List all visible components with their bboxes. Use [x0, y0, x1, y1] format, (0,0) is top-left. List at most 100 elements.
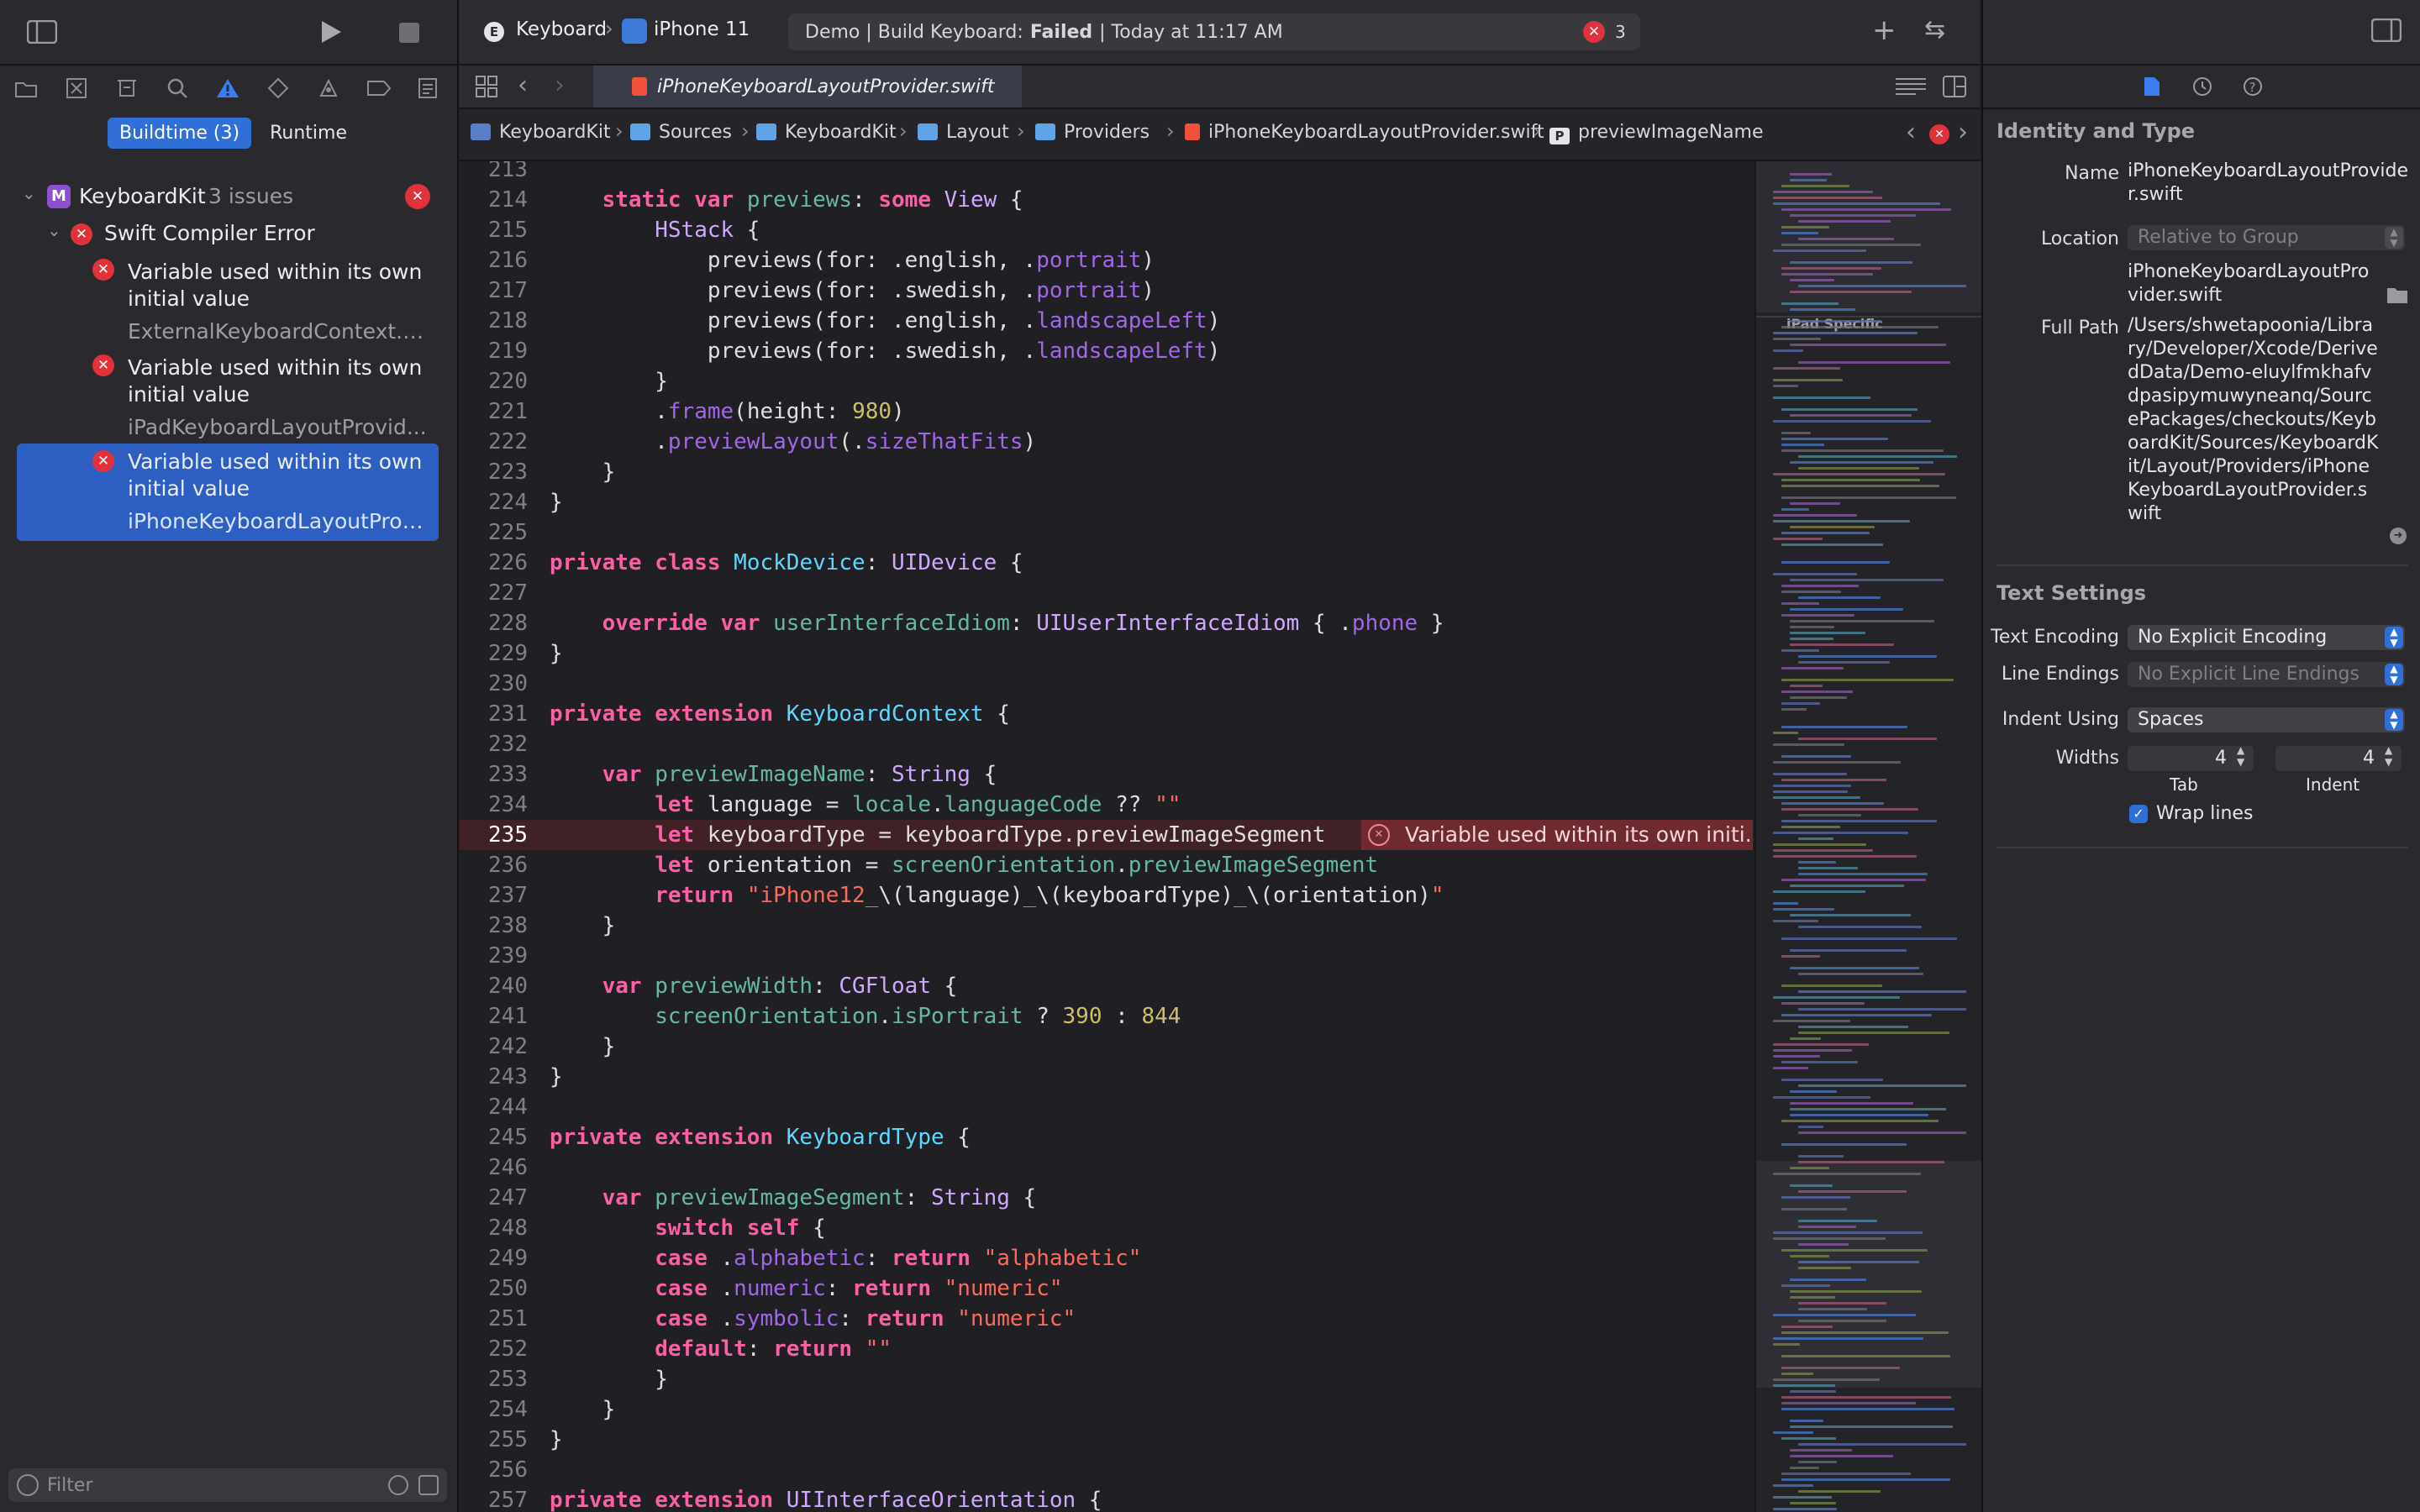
add-editor-icon[interactable]: [1943, 76, 1966, 97]
run-icon[interactable]: [316, 17, 346, 47]
tab-width-stepper-icon[interactable]: ▲ ▼: [2237, 744, 2244, 768]
minimap-line: [1798, 861, 1836, 864]
code-line: 224}: [459, 487, 1753, 517]
tab-file[interactable]: iPhoneKeyboardLayoutProvider.swift: [593, 66, 1022, 108]
issue-item[interactable]: ✕ Variable used within its own initial v…: [17, 255, 439, 349]
minimap-line: [1781, 1355, 1950, 1357]
minimap-line: [1798, 1084, 1966, 1087]
swap-icon[interactable]: ⇆: [1924, 15, 1945, 45]
next-issue-icon[interactable]: ›: [1958, 118, 1968, 147]
activity-status[interactable]: Demo | Build Keyboard: Failed | Today at…: [788, 13, 1640, 50]
breadcrumb-providers[interactable]: Providers: [1035, 122, 1150, 143]
swift-file-icon: [632, 77, 647, 96]
previous-issue-icon[interactable]: ‹: [1906, 118, 1916, 147]
forward-icon[interactable]: ›: [555, 71, 565, 100]
issue-group-row[interactable]: ⌄ ✕ Swift Compiler Error: [0, 220, 457, 249]
name-value[interactable]: iPhoneKeyboardLayoutProvider.swift: [2128, 160, 2408, 207]
minimap-line: [1790, 320, 1881, 323]
disclosure-open-icon[interactable]: ⌄: [22, 183, 36, 203]
code-line: 228 override var userInterfaceIdiom: UIU…: [459, 608, 1753, 638]
indent-width-stepper-icon[interactable]: ▲ ▼: [2385, 744, 2392, 768]
breakpoint-icon[interactable]: [366, 76, 392, 101]
chevron-right-icon: ›: [1166, 119, 1175, 143]
line-number: 234: [488, 792, 528, 817]
issue-group-title: Swift Compiler Error: [104, 221, 315, 245]
minimap-line: [1781, 438, 1888, 440]
inline-error-annotation[interactable]: ✕ Variable used within its own initi...: [1361, 820, 1753, 850]
minimap-line: [1781, 808, 1918, 811]
back-icon[interactable]: ‹: [518, 71, 528, 100]
minimap-line: [1781, 879, 1926, 881]
search-icon[interactable]: [165, 76, 190, 101]
minimap-line: [1773, 1231, 1923, 1234]
code-line: 240 var previewWidth: CGFloat {: [459, 971, 1753, 1001]
line-endings-value: No Explicit Line Endings: [2138, 664, 2360, 685]
grid-icon[interactable]: [476, 76, 497, 97]
test-icon[interactable]: [266, 76, 291, 101]
sidebar-toggle-icon[interactable]: [25, 18, 59, 45]
reveal-arrow-icon[interactable]: ➜: [2390, 528, 2407, 544]
issue-filter-icon[interactable]: [418, 1475, 439, 1495]
minimap-visible-region[interactable]: [1756, 161, 1981, 312]
minimap-line: [1790, 1278, 1866, 1281]
issue-warning-icon[interactable]: [215, 76, 240, 101]
project-row[interactable]: ⌄ M KeyboardKit 3 issues ✕: [0, 183, 457, 212]
keyboard-target-icon[interactable]: E: [484, 22, 504, 42]
editor-options-icon[interactable]: [1894, 77, 1928, 96]
wrap-lines-checkbox[interactable]: ✓: [2129, 805, 2148, 823]
issue-item-selected[interactable]: ✕ Variable used within its own initial v…: [17, 444, 439, 541]
breadcrumb-layout[interactable]: Layout: [918, 122, 1009, 143]
folder-icon[interactable]: [2386, 286, 2408, 304]
source-editor[interactable]: 213 214 static var previews: some View {…: [459, 161, 1753, 1512]
symbol-icon[interactable]: [114, 76, 139, 101]
minimap-line: [1773, 473, 1945, 475]
encoding-label: Text Encoding: [1991, 627, 2119, 648]
disclosure-open-icon[interactable]: ⌄: [47, 220, 61, 240]
location-popup[interactable]: Relative to Group ▲ ▼: [2128, 225, 2405, 250]
breadcrumb-keyboardkit[interactable]: KeyboardKit: [756, 122, 897, 143]
add-icon[interactable]: +: [1872, 13, 1897, 47]
tab-buildtime[interactable]: Buildtime (3): [108, 118, 252, 149]
filter-field[interactable]: Filter: [8, 1468, 447, 1502]
indent-using-popup[interactable]: Spaces ▲ ▼: [2128, 707, 2405, 732]
tab-width-field[interactable]: 4: [2128, 746, 2254, 771]
encoding-popup[interactable]: No Explicit Encoding ▲ ▼: [2128, 625, 2405, 650]
divider: [1996, 564, 2408, 566]
report-icon[interactable]: [415, 76, 440, 101]
scheme-name[interactable]: Keyboard: [516, 18, 607, 40]
destination-name[interactable]: iPhone 11: [654, 18, 750, 40]
minimap-line: [1798, 1320, 1886, 1322]
history-icon[interactable]: [2191, 76, 2213, 101]
line-endings-popup[interactable]: No Explicit Line Endings ▲ ▼: [2128, 662, 2405, 687]
tab-runtime[interactable]: Runtime: [258, 118, 359, 149]
minimap-line: [1790, 1090, 1837, 1093]
line-number: 256: [488, 1457, 528, 1483]
minimap-line: [1773, 1496, 1832, 1499]
error-icon[interactable]: ✕: [1583, 21, 1605, 43]
breadcrumb-file[interactable]: iPhoneKeyboardLayoutProvider.swift: [1185, 122, 1544, 143]
help-icon[interactable]: ?: [2242, 76, 2264, 101]
minimap-line: [1790, 1167, 1829, 1169]
minimap[interactable]: iPad Specific: [1754, 161, 1981, 1512]
code-line: 237 return "iPhone12_\(language)_\(keybo…: [459, 880, 1753, 911]
breadcrumb-symbol[interactable]: PpreviewImageName: [1549, 122, 1764, 144]
stop-icon[interactable]: [397, 20, 422, 45]
inspector-toggle-icon[interactable]: [2370, 18, 2402, 45]
breadcrumb-sources[interactable]: Sources: [630, 122, 732, 143]
file-inspector-icon[interactable]: [2143, 76, 2161, 101]
folder-icon[interactable]: [13, 76, 39, 101]
minimap-line: [1781, 273, 1873, 276]
minimap-line: [1798, 990, 1966, 993]
breadcrumb-project[interactable]: KeyboardKit: [471, 122, 611, 143]
recent-filter-icon[interactable]: [388, 1475, 408, 1495]
error-icon[interactable]: ✕: [1929, 124, 1949, 144]
breadcrumb-label: Providers: [1064, 122, 1150, 143]
code-line: 217 previews(for: .swedish, .portrait): [459, 276, 1753, 306]
simulator-icon: [622, 18, 647, 44]
line-number: 255: [488, 1427, 528, 1452]
issue-item[interactable]: ✕ Variable used within its own initial v…: [17, 351, 439, 445]
debug-icon[interactable]: [316, 76, 341, 101]
source-control-icon[interactable]: [64, 76, 89, 101]
indent-width-field[interactable]: 4: [2275, 746, 2402, 771]
line-number: 213: [488, 161, 528, 182]
